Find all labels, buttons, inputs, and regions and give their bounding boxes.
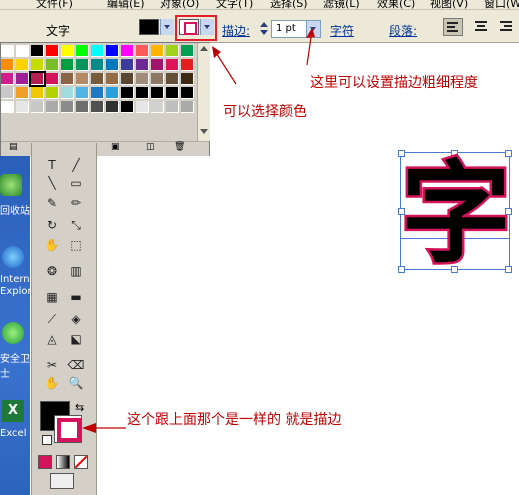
color-annotation: 可以选择颜色: [223, 104, 307, 120]
toolbox-stroke-annotation: 这个跟上面那个是一样的 就是描边: [127, 412, 342, 428]
stroke-weight-annotation: 这里可以设置描边粗细程度: [310, 75, 478, 91]
